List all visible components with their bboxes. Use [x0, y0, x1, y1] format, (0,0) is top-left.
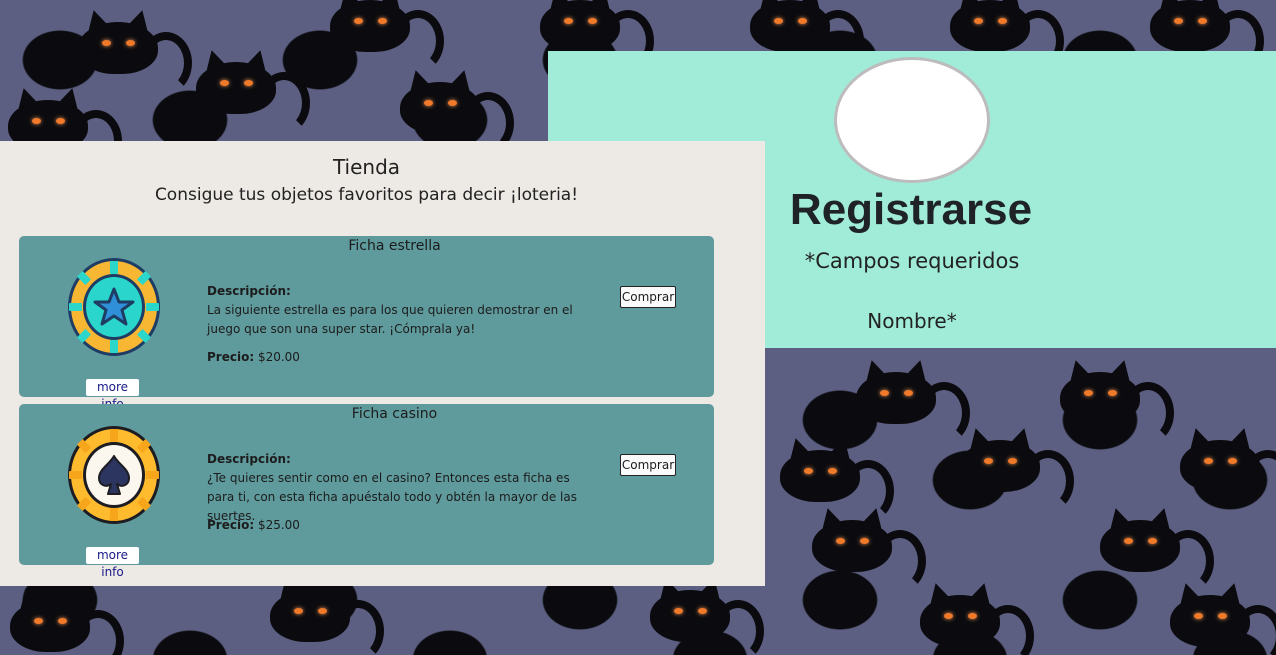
price-value: $25.00: [257, 518, 300, 532]
product-name: Ficha estrella: [348, 238, 441, 254]
cat-icon: [1170, 580, 1276, 647]
price-label: Precio:: [207, 350, 255, 364]
cat-icon: [78, 7, 192, 94]
buy-button[interactable]: Comprar: [620, 286, 676, 308]
description-text: La siguiente estrella es para los que qu…: [207, 303, 573, 336]
more-info-link[interactable]: more info: [86, 379, 139, 411]
cat-icon: [856, 357, 970, 444]
cat-icon: [650, 575, 764, 655]
cat-icon: [1060, 357, 1174, 444]
product-price: Precio: $25.00: [207, 518, 300, 532]
cat-icon: [920, 580, 1034, 655]
avatar[interactable]: [834, 57, 990, 183]
cat-icon: [1100, 505, 1214, 592]
product-description: Descripción: ¿Te quieres sentir como en …: [207, 450, 592, 526]
product-card-ficha-casino: Ficha casino Descripción: ¿Te quieres se…: [19, 404, 714, 579]
cat-icon: [196, 47, 310, 134]
cat-icon: [812, 505, 926, 592]
cat-icon: [950, 0, 1064, 72]
cat-icon: [540, 0, 654, 72]
more-info-link[interactable]: more info: [86, 547, 139, 579]
cat-icon: [10, 585, 124, 655]
cat-icon: [330, 0, 444, 72]
cat-icon: [780, 435, 894, 522]
star-chip-icon: [68, 258, 160, 356]
product-price: Precio: $20.00: [207, 350, 300, 364]
cat-icon: [1150, 0, 1264, 72]
spade-chip-icon: [68, 426, 160, 524]
product-card-ficha-estrella: Ficha estrella Descripción: La siguiente…: [19, 236, 714, 411]
description-label: Descripción:: [207, 284, 291, 298]
description-label: Descripción:: [207, 452, 291, 466]
price-label: Precio:: [207, 518, 255, 532]
buy-button[interactable]: Comprar: [620, 454, 676, 476]
product-name: Ficha casino: [351, 406, 438, 422]
store-subtitle: Consigue tus objetos favoritos para deci…: [154, 185, 579, 205]
cat-icon: [750, 0, 864, 72]
cat-icon: [270, 575, 384, 655]
store-panel: Tienda Consigue tus objetos favoritos pa…: [0, 141, 765, 586]
cat-icon: [400, 67, 514, 154]
cat-icon: [960, 425, 1074, 512]
product-description: Descripción: La siguiente estrella es pa…: [207, 282, 592, 339]
store-title: Tienda: [332, 155, 401, 179]
cat-icon: [1180, 425, 1276, 492]
price-value: $20.00: [257, 350, 300, 364]
